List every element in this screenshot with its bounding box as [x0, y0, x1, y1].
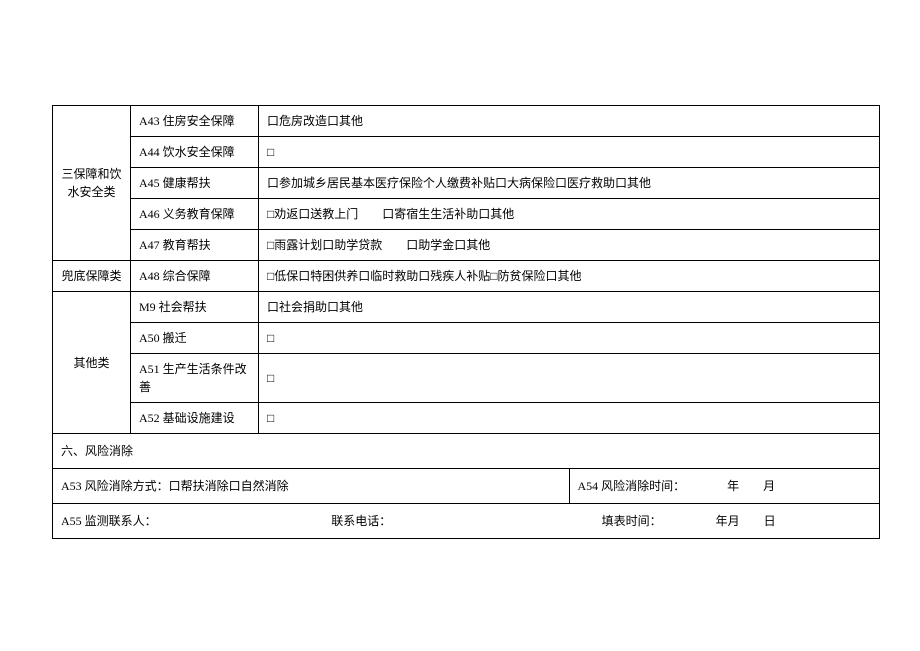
row-a50-label: A50 搬迁: [131, 323, 259, 354]
row-a50-value: □: [259, 323, 880, 354]
form-table: 三保障和饮水安全类 A43 住房安全保障 口危房改造口其他 A44 饮水安全保障…: [52, 105, 880, 539]
footer-a55-contact: A55 监测联系人：: [61, 512, 328, 530]
section-6-header: 六、风险消除: [53, 434, 880, 469]
row-a52-value: □: [259, 403, 880, 434]
row-a48-label: A48 综合保障: [131, 261, 259, 292]
category-sanbaozhang: 三保障和饮水安全类: [53, 106, 131, 261]
footer-a54: A54 风险消除时间： 年 月: [569, 469, 880, 504]
row-a43-label: A43 住房安全保障: [131, 106, 259, 137]
row-a47-label: A47 教育帮扶: [131, 230, 259, 261]
footer-a55-time: 填表时间： 年月 日: [602, 512, 861, 530]
category-other: 其他类: [53, 292, 131, 434]
row-a47-value: □雨露计划口助学贷款 口助学金口其他: [259, 230, 880, 261]
row-a45-value: 口参加城乡居民基本医疗保险个人缴费补贴口大病保险口医疗救助口其他: [259, 168, 880, 199]
row-a48-value: □低保口特困供养口临时救助口残疾人补贴□防贫保险口其他: [259, 261, 880, 292]
footer-a55-phone: 联系电话：: [331, 512, 598, 530]
row-a44-label: A44 饮水安全保障: [131, 137, 259, 168]
row-a51-label: A51 生产生活条件改善: [131, 354, 259, 403]
footer-a55: A55 监测联系人： 联系电话： 填表时间： 年月 日: [53, 504, 880, 539]
row-a44-value: □: [259, 137, 880, 168]
row-a46-value: □劝返口送教上门 口寄宿生生活补助口其他: [259, 199, 880, 230]
category-doudi: 兜底保障类: [53, 261, 131, 292]
row-a52-label: A52 基础设施建设: [131, 403, 259, 434]
footer-a53: A53 风险消除方式：口帮扶消除口自然消除: [53, 469, 570, 504]
row-a51-value: □: [259, 354, 880, 403]
row-m9-value: 口社会捐助口其他: [259, 292, 880, 323]
row-a46-label: A46 义务教育保障: [131, 199, 259, 230]
row-m9-label: M9 社会帮扶: [131, 292, 259, 323]
row-a43-value: 口危房改造口其他: [259, 106, 880, 137]
row-a45-label: A45 健康帮扶: [131, 168, 259, 199]
